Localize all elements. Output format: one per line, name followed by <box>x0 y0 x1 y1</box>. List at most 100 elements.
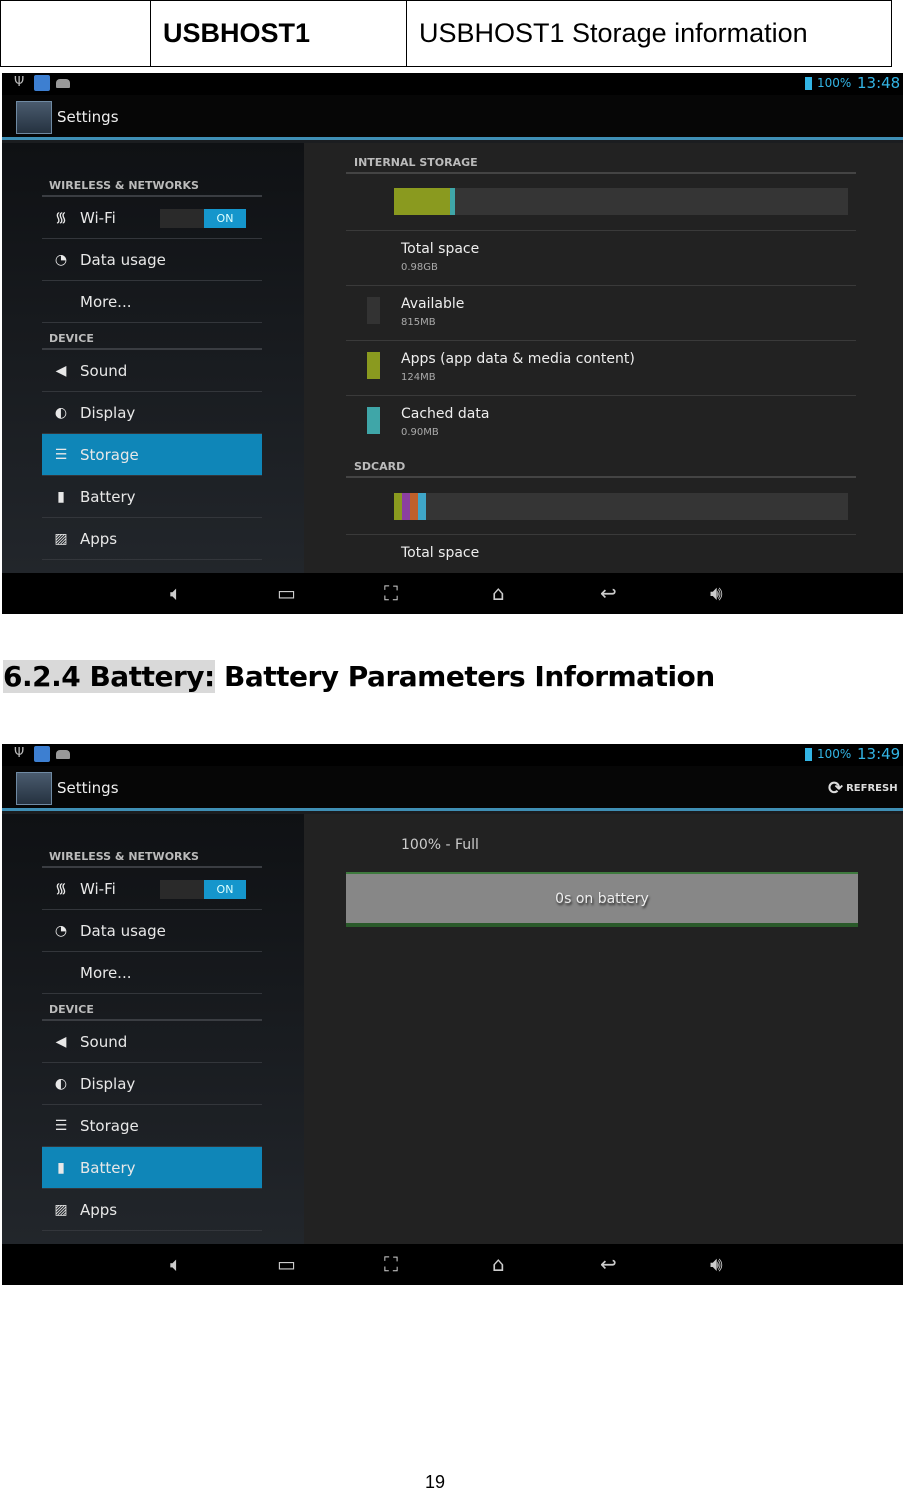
sidebar-item-sound[interactable]: ◀ Sound <box>42 350 262 392</box>
sidebar-item-battery[interactable]: ▮ Battery <box>42 476 262 518</box>
wifi-toggle[interactable]: ON <box>160 209 246 228</box>
refresh-icon: ⟳ <box>828 778 844 799</box>
header-cell-usbhost: USBHOST1 <box>150 0 407 67</box>
storage-row-value: 0.90MB <box>401 427 439 438</box>
sidebar-item-label: Display <box>80 403 136 422</box>
legend-swatch <box>367 297 380 324</box>
divider <box>346 172 856 174</box>
sidebar-item-label: Storage <box>80 1116 139 1135</box>
sidebar-item-wi-fi[interactable]: ᯾ Wi-Fi ON <box>42 868 262 910</box>
storage-row-value: 124MB <box>401 372 436 383</box>
sidebar-item-label: Data usage <box>80 250 166 269</box>
sidebar-item-label: Sound <box>80 1032 128 1051</box>
internal-usage-bar <box>394 188 848 215</box>
divider <box>346 230 856 231</box>
toggle-on-label: ON <box>204 209 246 228</box>
battery-percent: 100% <box>817 747 852 761</box>
display-icon: ◐ <box>54 1075 68 1092</box>
storage-row-label[interactable]: Apps (app data & media content) <box>401 351 635 367</box>
sidebar-item-more[interactable]: More... <box>42 952 262 994</box>
sidebar-item-label: Sound <box>80 361 128 380</box>
screenshot-icon[interactable]: ⛶ <box>384 581 398 605</box>
section-number: 6.2.4 Battery: <box>3 660 215 693</box>
sdcard-usage-segment <box>418 493 426 520</box>
home-icon[interactable]: ⌂ <box>492 1252 505 1276</box>
section-header-device: DEVICE <box>49 1003 94 1016</box>
data-usage-icon: ◔ <box>54 922 68 939</box>
settings-app-icon[interactable] <box>16 772 52 805</box>
divider <box>346 395 856 396</box>
battery-icon: ▮ <box>57 1159 65 1176</box>
navigation-bar: 🔈︎ ▭ ⛶ ⌂ ↩ 🔊︎ <box>2 1244 903 1285</box>
sidebar-item-wi-fi[interactable]: ᯾ Wi-Fi ON <box>42 197 262 239</box>
sidebar-item-apps[interactable]: ▨ Apps <box>42 1189 262 1231</box>
storage-icon: ☰ <box>54 446 68 463</box>
sidebar-item-data-usage[interactable]: ◔ Data usage <box>42 239 262 281</box>
storage-row-label[interactable]: Available <box>401 296 464 312</box>
volume-down-icon[interactable]: 🔈︎ <box>170 1252 182 1276</box>
sidebar-item-display[interactable]: ◐ Display <box>42 392 262 434</box>
battery-icon: ▮ <box>57 488 65 505</box>
sdcard-usage-segment <box>410 493 418 520</box>
internal-storage-header: INTERNAL STORAGE <box>354 156 478 169</box>
display-icon: ◐ <box>54 404 68 421</box>
section-header-wireless: WIRELESS & NETWORKS <box>49 850 199 863</box>
battery-history-graph[interactable]: 0s on battery <box>346 872 858 927</box>
back-icon[interactable]: ↩ <box>600 581 617 605</box>
volume-up-icon[interactable]: 🔊︎ <box>710 1252 723 1276</box>
sidebar-item-data-usage[interactable]: ◔ Data usage <box>42 910 262 952</box>
header-cell-empty <box>0 0 151 67</box>
status-bar: Ψ 100% 13:48 <box>2 73 903 95</box>
sidebar-item-label: Display <box>80 1074 136 1093</box>
sidebar-item-display[interactable]: ◐ Display <box>42 1063 262 1105</box>
section-header-device: DEVICE <box>49 332 94 345</box>
sidebar-item-label: Battery <box>80 1158 136 1177</box>
header-table: USBHOST1 USBHOST1 Storage information <box>0 0 892 67</box>
sidebar-item-apps[interactable]: ▨ Apps <box>42 518 262 560</box>
volume-up-icon[interactable]: 🔊︎ <box>710 581 723 605</box>
apps-usage-segment <box>394 188 450 215</box>
cached-usage-segment <box>449 188 455 215</box>
home-icon[interactable]: ⌂ <box>492 581 505 605</box>
recent-apps-icon[interactable]: ▭ <box>277 1252 296 1276</box>
action-bar: Settings ⟳ REFRESH <box>2 766 903 811</box>
volume-down-icon[interactable]: 🔈︎ <box>170 581 182 605</box>
sound-icon: ◀ <box>55 1033 67 1050</box>
sdcard-usage-segment <box>394 493 402 520</box>
divider <box>346 340 856 341</box>
sdcard-total-space-label[interactable]: Total space <box>401 545 479 561</box>
sidebar-item-sound[interactable]: ◀ Sound <box>42 1021 262 1063</box>
recent-apps-icon[interactable]: ▭ <box>277 581 296 605</box>
sidebar-item-more[interactable]: More... <box>42 281 262 323</box>
storage-row-value: 815MB <box>401 317 436 328</box>
settings-app-icon[interactable] <box>16 101 52 134</box>
sidebar-item-label: Apps <box>80 1200 118 1219</box>
screenshot-icon[interactable]: ⛶ <box>384 1252 398 1276</box>
back-icon[interactable]: ↩ <box>600 1252 617 1276</box>
refresh-button[interactable]: ⟳ REFRESH <box>828 778 898 799</box>
sidebar-item-battery[interactable]: ▮ Battery <box>42 1147 262 1189</box>
sidebar-item-label: More... <box>80 292 132 311</box>
app-title: Settings <box>57 108 119 126</box>
legend-swatch <box>367 407 380 434</box>
sidebar-item-storage[interactable]: ☰ Storage <box>42 1105 262 1147</box>
refresh-label: REFRESH <box>846 783 898 794</box>
wifi-icon: ᯾ <box>55 881 67 897</box>
detail-pane: INTERNAL STORAGE Total space 0.98GB Availab… <box>304 143 903 573</box>
sdcard-usage-bar <box>394 493 848 520</box>
wifi-toggle[interactable]: ON <box>160 880 246 899</box>
storage-row-label[interactable]: Cached data <box>401 406 489 422</box>
sidebar-item-storage[interactable]: ☰ Storage <box>42 434 262 476</box>
wifi-icon: ᯾ <box>55 210 67 226</box>
section-title: Battery Parameters Information <box>214 660 715 693</box>
battery-status-icon <box>805 77 812 90</box>
storage-row-label[interactable]: Total space <box>401 241 479 257</box>
sdcard-usage-segment <box>402 493 410 520</box>
sidebar-item-label: Storage <box>80 445 139 464</box>
clock: 13:48 <box>857 74 901 92</box>
storage-row-value: 0.98GB <box>401 262 438 273</box>
sidebar-item-label: Battery <box>80 487 136 506</box>
sidebar-item-label: More... <box>80 963 132 982</box>
app-title: Settings <box>57 779 119 797</box>
usb-icon: Ψ <box>14 75 25 90</box>
